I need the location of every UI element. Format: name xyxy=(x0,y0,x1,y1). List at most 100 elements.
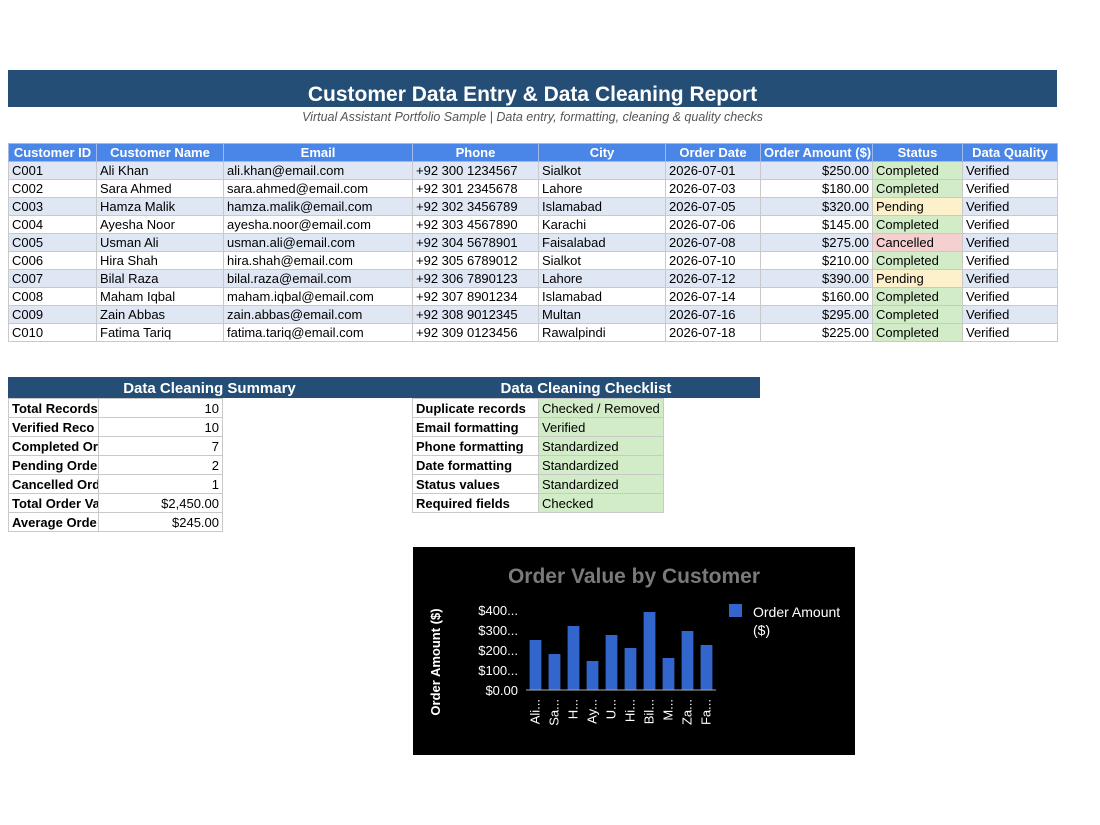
summary-label[interactable]: Total Records xyxy=(8,398,99,418)
checklist-label[interactable]: Phone formatting xyxy=(412,436,539,456)
table-cell[interactable]: Verified xyxy=(962,215,1058,234)
summary-label[interactable]: Completed Or xyxy=(8,436,99,456)
summary-value[interactable]: $2,450.00 xyxy=(98,493,223,513)
checklist-value[interactable]: Standardized xyxy=(538,436,664,456)
table-cell[interactable]: Verified xyxy=(962,197,1058,216)
table-cell[interactable]: C005 xyxy=(8,233,97,252)
table-cell[interactable]: +92 306 7890123 xyxy=(412,269,539,288)
summary-label[interactable]: Average Orde xyxy=(8,512,99,532)
table-cell[interactable]: Cancelled xyxy=(872,233,963,252)
checklist-label[interactable]: Duplicate records xyxy=(412,398,539,418)
table-cell[interactable]: C009 xyxy=(8,305,97,324)
column-header[interactable]: Email xyxy=(223,143,413,162)
table-cell[interactable]: C006 xyxy=(8,251,97,270)
table-cell[interactable]: Pending xyxy=(872,197,963,216)
table-cell[interactable]: +92 305 6789012 xyxy=(412,251,539,270)
table-cell[interactable]: bilal.raza@email.com xyxy=(223,269,413,288)
table-cell[interactable]: fatima.tariq@email.com xyxy=(223,323,413,342)
table-cell[interactable]: $250.00 xyxy=(760,161,873,180)
column-header[interactable]: Order Date xyxy=(665,143,761,162)
table-cell[interactable]: $180.00 xyxy=(760,179,873,198)
table-cell[interactable]: Completed xyxy=(872,323,963,342)
table-cell[interactable]: C004 xyxy=(8,215,97,234)
table-cell[interactable]: hamza.malik@email.com xyxy=(223,197,413,216)
table-cell[interactable]: 2026-07-05 xyxy=(665,197,761,216)
summary-value[interactable]: $245.00 xyxy=(98,512,223,532)
table-cell[interactable]: +92 304 5678901 xyxy=(412,233,539,252)
column-header[interactable]: Customer ID xyxy=(8,143,97,162)
table-cell[interactable]: +92 301 2345678 xyxy=(412,179,539,198)
table-cell[interactable]: $210.00 xyxy=(760,251,873,270)
table-cell[interactable]: Islamabad xyxy=(538,197,666,216)
table-cell[interactable]: Ayesha Noor xyxy=(96,215,224,234)
table-cell[interactable]: Completed xyxy=(872,215,963,234)
table-cell[interactable]: Sialkot xyxy=(538,251,666,270)
table-cell[interactable]: Islamabad xyxy=(538,287,666,306)
table-cell[interactable]: 2026-07-16 xyxy=(665,305,761,324)
table-cell[interactable]: Bilal Raza xyxy=(96,269,224,288)
table-cell[interactable]: maham.iqbal@email.com xyxy=(223,287,413,306)
table-cell[interactable]: Rawalpindi xyxy=(538,323,666,342)
summary-label[interactable]: Pending Orde xyxy=(8,455,99,475)
table-cell[interactable]: Fatima Tariq xyxy=(96,323,224,342)
table-cell[interactable]: Verified xyxy=(962,269,1058,288)
table-cell[interactable]: C001 xyxy=(8,161,97,180)
checklist-label[interactable]: Status values xyxy=(412,474,539,494)
table-cell[interactable]: Maham Iqbal xyxy=(96,287,224,306)
table-cell[interactable]: +92 303 4567890 xyxy=(412,215,539,234)
table-cell[interactable]: $295.00 xyxy=(760,305,873,324)
table-cell[interactable]: 2026-07-10 xyxy=(665,251,761,270)
table-cell[interactable]: +92 300 1234567 xyxy=(412,161,539,180)
checklist-value[interactable]: Standardized xyxy=(538,455,664,475)
table-cell[interactable]: Zain Abbas xyxy=(96,305,224,324)
table-cell[interactable]: C007 xyxy=(8,269,97,288)
table-cell[interactable]: sara.ahmed@email.com xyxy=(223,179,413,198)
table-cell[interactable]: Verified xyxy=(962,161,1058,180)
table-cell[interactable]: usman.ali@email.com xyxy=(223,233,413,252)
checklist-label[interactable]: Email formatting xyxy=(412,417,539,437)
table-cell[interactable]: ali.khan@email.com xyxy=(223,161,413,180)
table-cell[interactable]: Lahore xyxy=(538,269,666,288)
table-cell[interactable]: Verified xyxy=(962,233,1058,252)
table-cell[interactable]: 2026-07-12 xyxy=(665,269,761,288)
table-cell[interactable]: ayesha.noor@email.com xyxy=(223,215,413,234)
table-cell[interactable]: Verified xyxy=(962,287,1058,306)
column-header[interactable]: Phone xyxy=(412,143,539,162)
column-header[interactable]: City xyxy=(538,143,666,162)
table-cell[interactable]: Hira Shah xyxy=(96,251,224,270)
checklist-value[interactable]: Checked / Removed xyxy=(538,398,664,418)
checklist-value[interactable]: Verified xyxy=(538,417,664,437)
table-cell[interactable]: 2026-07-01 xyxy=(665,161,761,180)
summary-value[interactable]: 7 xyxy=(98,436,223,456)
table-cell[interactable]: zain.abbas@email.com xyxy=(223,305,413,324)
table-cell[interactable]: Multan xyxy=(538,305,666,324)
checklist-value[interactable]: Checked xyxy=(538,493,664,513)
table-cell[interactable]: $160.00 xyxy=(760,287,873,306)
table-cell[interactable]: Completed xyxy=(872,305,963,324)
table-cell[interactable]: Lahore xyxy=(538,179,666,198)
checklist-value[interactable]: Standardized xyxy=(538,474,664,494)
summary-value[interactable]: 10 xyxy=(98,417,223,437)
table-cell[interactable]: Completed xyxy=(872,161,963,180)
table-cell[interactable]: Completed xyxy=(872,179,963,198)
table-cell[interactable]: 2026-07-03 xyxy=(665,179,761,198)
summary-label[interactable]: Cancelled Ord xyxy=(8,474,99,494)
table-cell[interactable]: C003 xyxy=(8,197,97,216)
summary-value[interactable]: 1 xyxy=(98,474,223,494)
table-cell[interactable]: Ali Khan xyxy=(96,161,224,180)
table-cell[interactable]: Verified xyxy=(962,305,1058,324)
table-cell[interactable]: Completed xyxy=(872,287,963,306)
table-cell[interactable]: $275.00 xyxy=(760,233,873,252)
table-cell[interactable]: 2026-07-14 xyxy=(665,287,761,306)
table-cell[interactable]: Faisalabad xyxy=(538,233,666,252)
column-header[interactable]: Order Amount ($) xyxy=(760,143,873,162)
table-cell[interactable]: Verified xyxy=(962,323,1058,342)
checklist-label[interactable]: Date formatting xyxy=(412,455,539,475)
table-cell[interactable]: Karachi xyxy=(538,215,666,234)
table-cell[interactable]: Completed xyxy=(872,251,963,270)
table-cell[interactable]: 2026-07-18 xyxy=(665,323,761,342)
table-cell[interactable]: hira.shah@email.com xyxy=(223,251,413,270)
order-value-chart[interactable]: Order Value by Customer Order Amount ($) $… xyxy=(413,547,855,755)
table-cell[interactable]: Verified xyxy=(962,251,1058,270)
table-cell[interactable]: +92 308 9012345 xyxy=(412,305,539,324)
